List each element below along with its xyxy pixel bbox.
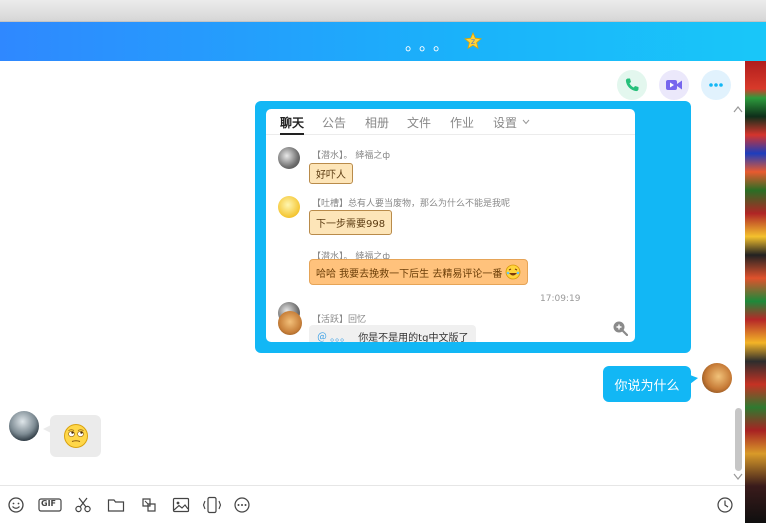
title-bar: 。。。 Z [0, 22, 766, 61]
incoming-message-bubble[interactable] [50, 415, 101, 457]
smile-icon [8, 497, 24, 513]
chat-scrollbar-thumb[interactable] [735, 408, 742, 471]
gif-label: GIF [41, 499, 57, 508]
sender-name: 【活跃】回忆 [312, 315, 367, 325]
avatar [278, 147, 300, 169]
sticker-icon [142, 498, 156, 512]
avatar [278, 311, 302, 335]
message-bubble: 好吓人 [309, 163, 353, 184]
eye-roll-emoji-icon [63, 424, 88, 448]
message-timestamp: 17:09:19 [540, 294, 581, 304]
mention-tag: ＠ 。。。 [317, 332, 351, 343]
shake-button[interactable] [202, 495, 222, 515]
vibrate-icon [202, 496, 222, 514]
video-camera-icon [666, 80, 682, 90]
sender-name: 【吐槽】总有人要当废物，那么为什么不能是我呢 [312, 199, 511, 209]
sender-name: 【潜水】。 緈福之ф [312, 151, 391, 161]
emoji-button[interactable] [6, 495, 26, 515]
file-button[interactable] [106, 495, 126, 515]
more-dots-icon [709, 83, 723, 87]
chat-area[interactable]: 聊天 公告 相册 文件 作业 设置 【潜水】。 緈福之ф 好吓人 【吐槽】总有人… [0, 61, 745, 485]
sticker-button[interactable] [139, 495, 159, 515]
tab-settings: 设置 [493, 116, 518, 130]
message-bubble: 哈哈 我要去挽救一下后生 去精易评论一番 [309, 259, 529, 285]
message-bubble: 下一步需要998 [309, 210, 393, 235]
active-tab-indicator [280, 133, 304, 135]
my-avatar[interactable] [702, 363, 732, 393]
history-button[interactable] [715, 495, 735, 515]
bubble-tail [690, 375, 698, 384]
chat-title: 。。。 [405, 35, 456, 54]
avatar [278, 196, 300, 218]
tab-announcement: 公告 [322, 116, 347, 130]
phone-call-button[interactable] [617, 70, 647, 100]
more-options-button[interactable] [701, 70, 731, 100]
more-tools-button[interactable] [232, 495, 252, 515]
outgoing-message-text: 你说为什么 [614, 378, 680, 394]
shared-screenshot[interactable]: 聊天 公告 相册 文件 作业 设置 【潜水】。 緈福之ф 好吓人 【吐槽】总有人… [266, 109, 635, 342]
tab-files: 文件 [407, 116, 432, 130]
image-icon [172, 497, 190, 513]
message-text: 你是不是用的tg中文版了 [358, 332, 469, 343]
message-text: 下一步需要998 [316, 219, 386, 230]
message-bubble: ＠ 。。。 你是不是用的tg中文版了 [309, 325, 477, 343]
gif-button[interactable]: GIF [38, 495, 62, 515]
window-top-strip [0, 0, 766, 22]
input-toolbar: GIF [0, 485, 745, 523]
tab-album: 相册 [365, 116, 390, 130]
chevron-down-icon [522, 119, 530, 125]
screenshot-button[interactable] [73, 495, 93, 515]
more-circle-icon [234, 497, 250, 513]
laughing-emoji-icon [505, 264, 521, 280]
message-text: 哈哈 我要去挽救一下后生 去精易评论一番 [316, 268, 503, 280]
tab-homework: 作业 [450, 116, 475, 130]
clock-icon [717, 497, 733, 513]
scissors-icon [75, 497, 91, 513]
svg-text:Z: Z [471, 39, 475, 46]
side-decoration-panel [745, 61, 766, 523]
scroll-down-arrow-icon[interactable] [733, 473, 743, 481]
scroll-up-arrow-icon[interactable] [733, 105, 743, 113]
contact-avatar[interactable] [9, 411, 39, 441]
zoom-in-icon[interactable] [612, 320, 628, 336]
tab-chat: 聊天 [280, 116, 305, 130]
image-button[interactable] [171, 495, 191, 515]
star-badge-icon: Z [464, 32, 482, 50]
phone-icon [625, 78, 639, 92]
video-call-button[interactable] [659, 70, 689, 100]
outgoing-message-bubble[interactable]: 你说为什么 [603, 366, 691, 402]
folder-icon [107, 499, 125, 512]
screenshot-tab-bar: 聊天 公告 相册 文件 作业 设置 [266, 109, 635, 135]
message-text: 好吓人 [316, 170, 346, 181]
